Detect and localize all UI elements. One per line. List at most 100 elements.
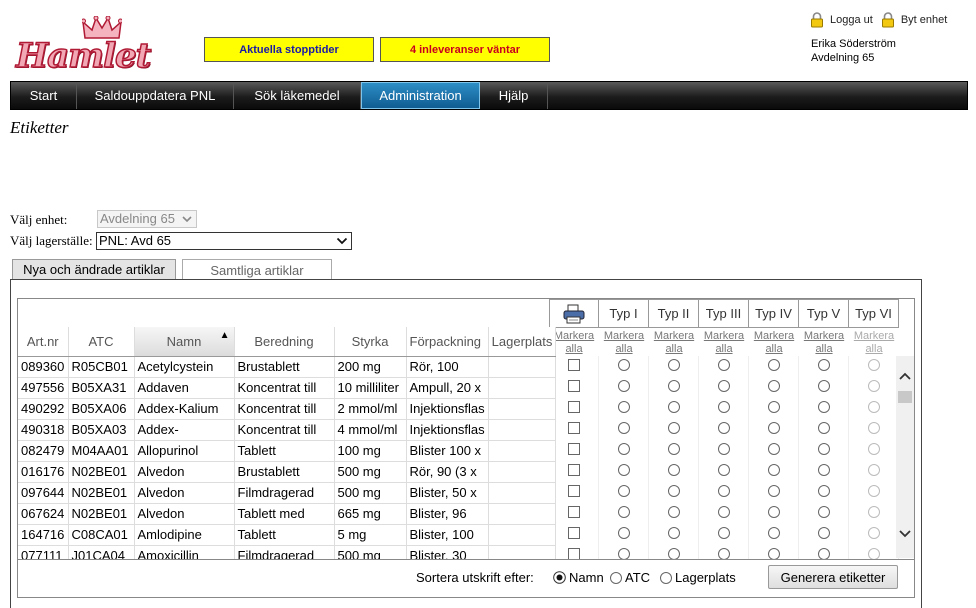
col-header-namn[interactable]: Namn ▲	[134, 327, 235, 357]
type-radio[interactable]	[667, 422, 680, 434]
type-cell	[749, 356, 799, 377]
nav-saldouppdatera[interactable]: Saldouppdatera PNL	[77, 82, 234, 109]
stop-times-button[interactable]: Aktuella stopptider	[204, 37, 374, 62]
type-radio[interactable]	[767, 464, 780, 476]
type-radio[interactable]	[817, 464, 830, 476]
scrollbar-thumb[interactable]	[898, 391, 912, 403]
type-radio[interactable]	[617, 506, 630, 518]
print-checkbox[interactable]	[567, 443, 580, 455]
type-radio[interactable]	[667, 359, 680, 371]
type-radio[interactable]	[817, 422, 830, 434]
type-radio[interactable]	[667, 401, 680, 413]
radio-icon[interactable]	[610, 571, 622, 584]
print-checkbox[interactable]	[567, 422, 580, 434]
col-header-artnr[interactable]: Art.nr	[18, 327, 69, 357]
selector-row	[549, 524, 899, 545]
type-radio[interactable]	[617, 401, 630, 413]
type-radio[interactable]	[717, 359, 730, 371]
unit-select[interactable]: Avdelning 65	[97, 210, 197, 228]
type-radio[interactable]	[617, 443, 630, 455]
logout-link[interactable]: Logga ut	[810, 12, 873, 28]
print-checkbox[interactable]	[567, 506, 580, 518]
type-radio[interactable]	[667, 485, 680, 497]
tab-all-articles[interactable]: Samtliga artiklar	[182, 259, 332, 280]
storage-select[interactable]: PNL: Avd 65	[96, 232, 352, 250]
type-header: Typ III	[699, 299, 749, 328]
mark-all-type-6[interactable]: Markera alla	[849, 330, 899, 356]
type-radio[interactable]	[717, 527, 730, 539]
mark-all-type-3[interactable]: Markera alla	[699, 330, 749, 356]
radio-selected-icon[interactable]	[553, 571, 566, 584]
grid-scrollbar[interactable]	[896, 356, 914, 558]
nav-hjalp[interactable]: Hjälp	[480, 82, 548, 109]
sort-option-namn[interactable]: Namn	[553, 570, 604, 585]
mark-all-print[interactable]: Markera alla	[549, 330, 599, 356]
table-row: 164716 C08CA01 Amlodipine Tablett 5 mg B…	[18, 524, 557, 546]
change-unit-link[interactable]: Byt enhet	[881, 12, 947, 28]
col-header-forpackning[interactable]: Förpackning	[406, 327, 489, 357]
pending-deliveries-button[interactable]: 4 inleveranser väntar	[380, 37, 550, 62]
type-radio[interactable]	[717, 380, 730, 392]
type-radio[interactable]	[817, 527, 830, 539]
type-radio[interactable]	[617, 380, 630, 392]
type-radio[interactable]	[717, 506, 730, 518]
type-radio[interactable]	[717, 401, 730, 413]
radio-icon[interactable]	[660, 571, 672, 584]
mark-all-type-4[interactable]: Markera alla	[749, 330, 799, 356]
type-radio	[867, 527, 880, 539]
nav-sok-lakemedel[interactable]: Sök läkemedel	[234, 82, 361, 109]
mark-all-type-1[interactable]: Markera alla	[599, 330, 649, 356]
type-radio[interactable]	[667, 464, 680, 476]
type-radio[interactable]	[767, 506, 780, 518]
type-radio[interactable]	[667, 527, 680, 539]
mark-all-type-2[interactable]: Markera alla	[649, 330, 699, 356]
type-radio[interactable]	[767, 359, 780, 371]
col-header-beredning[interactable]: Beredning	[234, 327, 335, 357]
mark-all-type-5[interactable]: Markera alla	[799, 330, 849, 356]
type-radio[interactable]	[817, 443, 830, 455]
tab-new-changed[interactable]: Nya och ändrade artiklar	[12, 259, 176, 279]
sort-option-atc[interactable]: ATC	[610, 570, 650, 585]
type-radio[interactable]	[617, 464, 630, 476]
type-radio[interactable]	[617, 527, 630, 539]
sort-option-lagerplats[interactable]: Lagerplats	[660, 570, 736, 585]
col-header-atc[interactable]: ATC	[68, 327, 135, 357]
table-row: 089360 R05CB01 Acetylcystein Brustablett…	[18, 356, 557, 378]
type-radio[interactable]	[617, 359, 630, 371]
print-checkbox[interactable]	[567, 464, 580, 476]
type-radio[interactable]	[767, 380, 780, 392]
type-radio[interactable]	[767, 401, 780, 413]
print-checkbox[interactable]	[567, 527, 580, 539]
print-checkbox[interactable]	[567, 485, 580, 497]
type-radio[interactable]	[767, 422, 780, 434]
col-header-styrka[interactable]: Styrka	[334, 327, 407, 357]
type-radio[interactable]	[817, 506, 830, 518]
selector-row	[549, 482, 899, 503]
type-radio[interactable]	[617, 422, 630, 434]
type-radio[interactable]	[717, 464, 730, 476]
print-checkbox[interactable]	[567, 359, 580, 371]
articles-table: Art.nr ATC Namn ▲ Beredning Styrka Förpa…	[18, 327, 557, 567]
type-radio[interactable]	[767, 485, 780, 497]
type-radio[interactable]	[717, 422, 730, 434]
nav-start[interactable]: Start	[11, 82, 77, 109]
chevron-up-icon[interactable]	[898, 370, 912, 384]
print-checkbox[interactable]	[567, 380, 580, 392]
type-radio[interactable]	[767, 443, 780, 455]
type-radio[interactable]	[667, 443, 680, 455]
type-radio[interactable]	[817, 485, 830, 497]
type-radio[interactable]	[767, 527, 780, 539]
type-radio[interactable]	[817, 359, 830, 371]
type-radio[interactable]	[667, 380, 680, 392]
type-radio[interactable]	[717, 485, 730, 497]
type-radio[interactable]	[717, 443, 730, 455]
col-header-lagerplats[interactable]: Lagerplats	[488, 327, 557, 357]
chevron-down-icon[interactable]	[898, 526, 912, 540]
nav-administration[interactable]: Administration	[361, 82, 480, 109]
print-checkbox[interactable]	[567, 401, 580, 413]
generate-labels-button[interactable]: Generera etiketter	[768, 565, 898, 589]
type-radio[interactable]	[667, 506, 680, 518]
type-radio[interactable]	[617, 485, 630, 497]
type-radio[interactable]	[817, 401, 830, 413]
type-radio[interactable]	[817, 380, 830, 392]
